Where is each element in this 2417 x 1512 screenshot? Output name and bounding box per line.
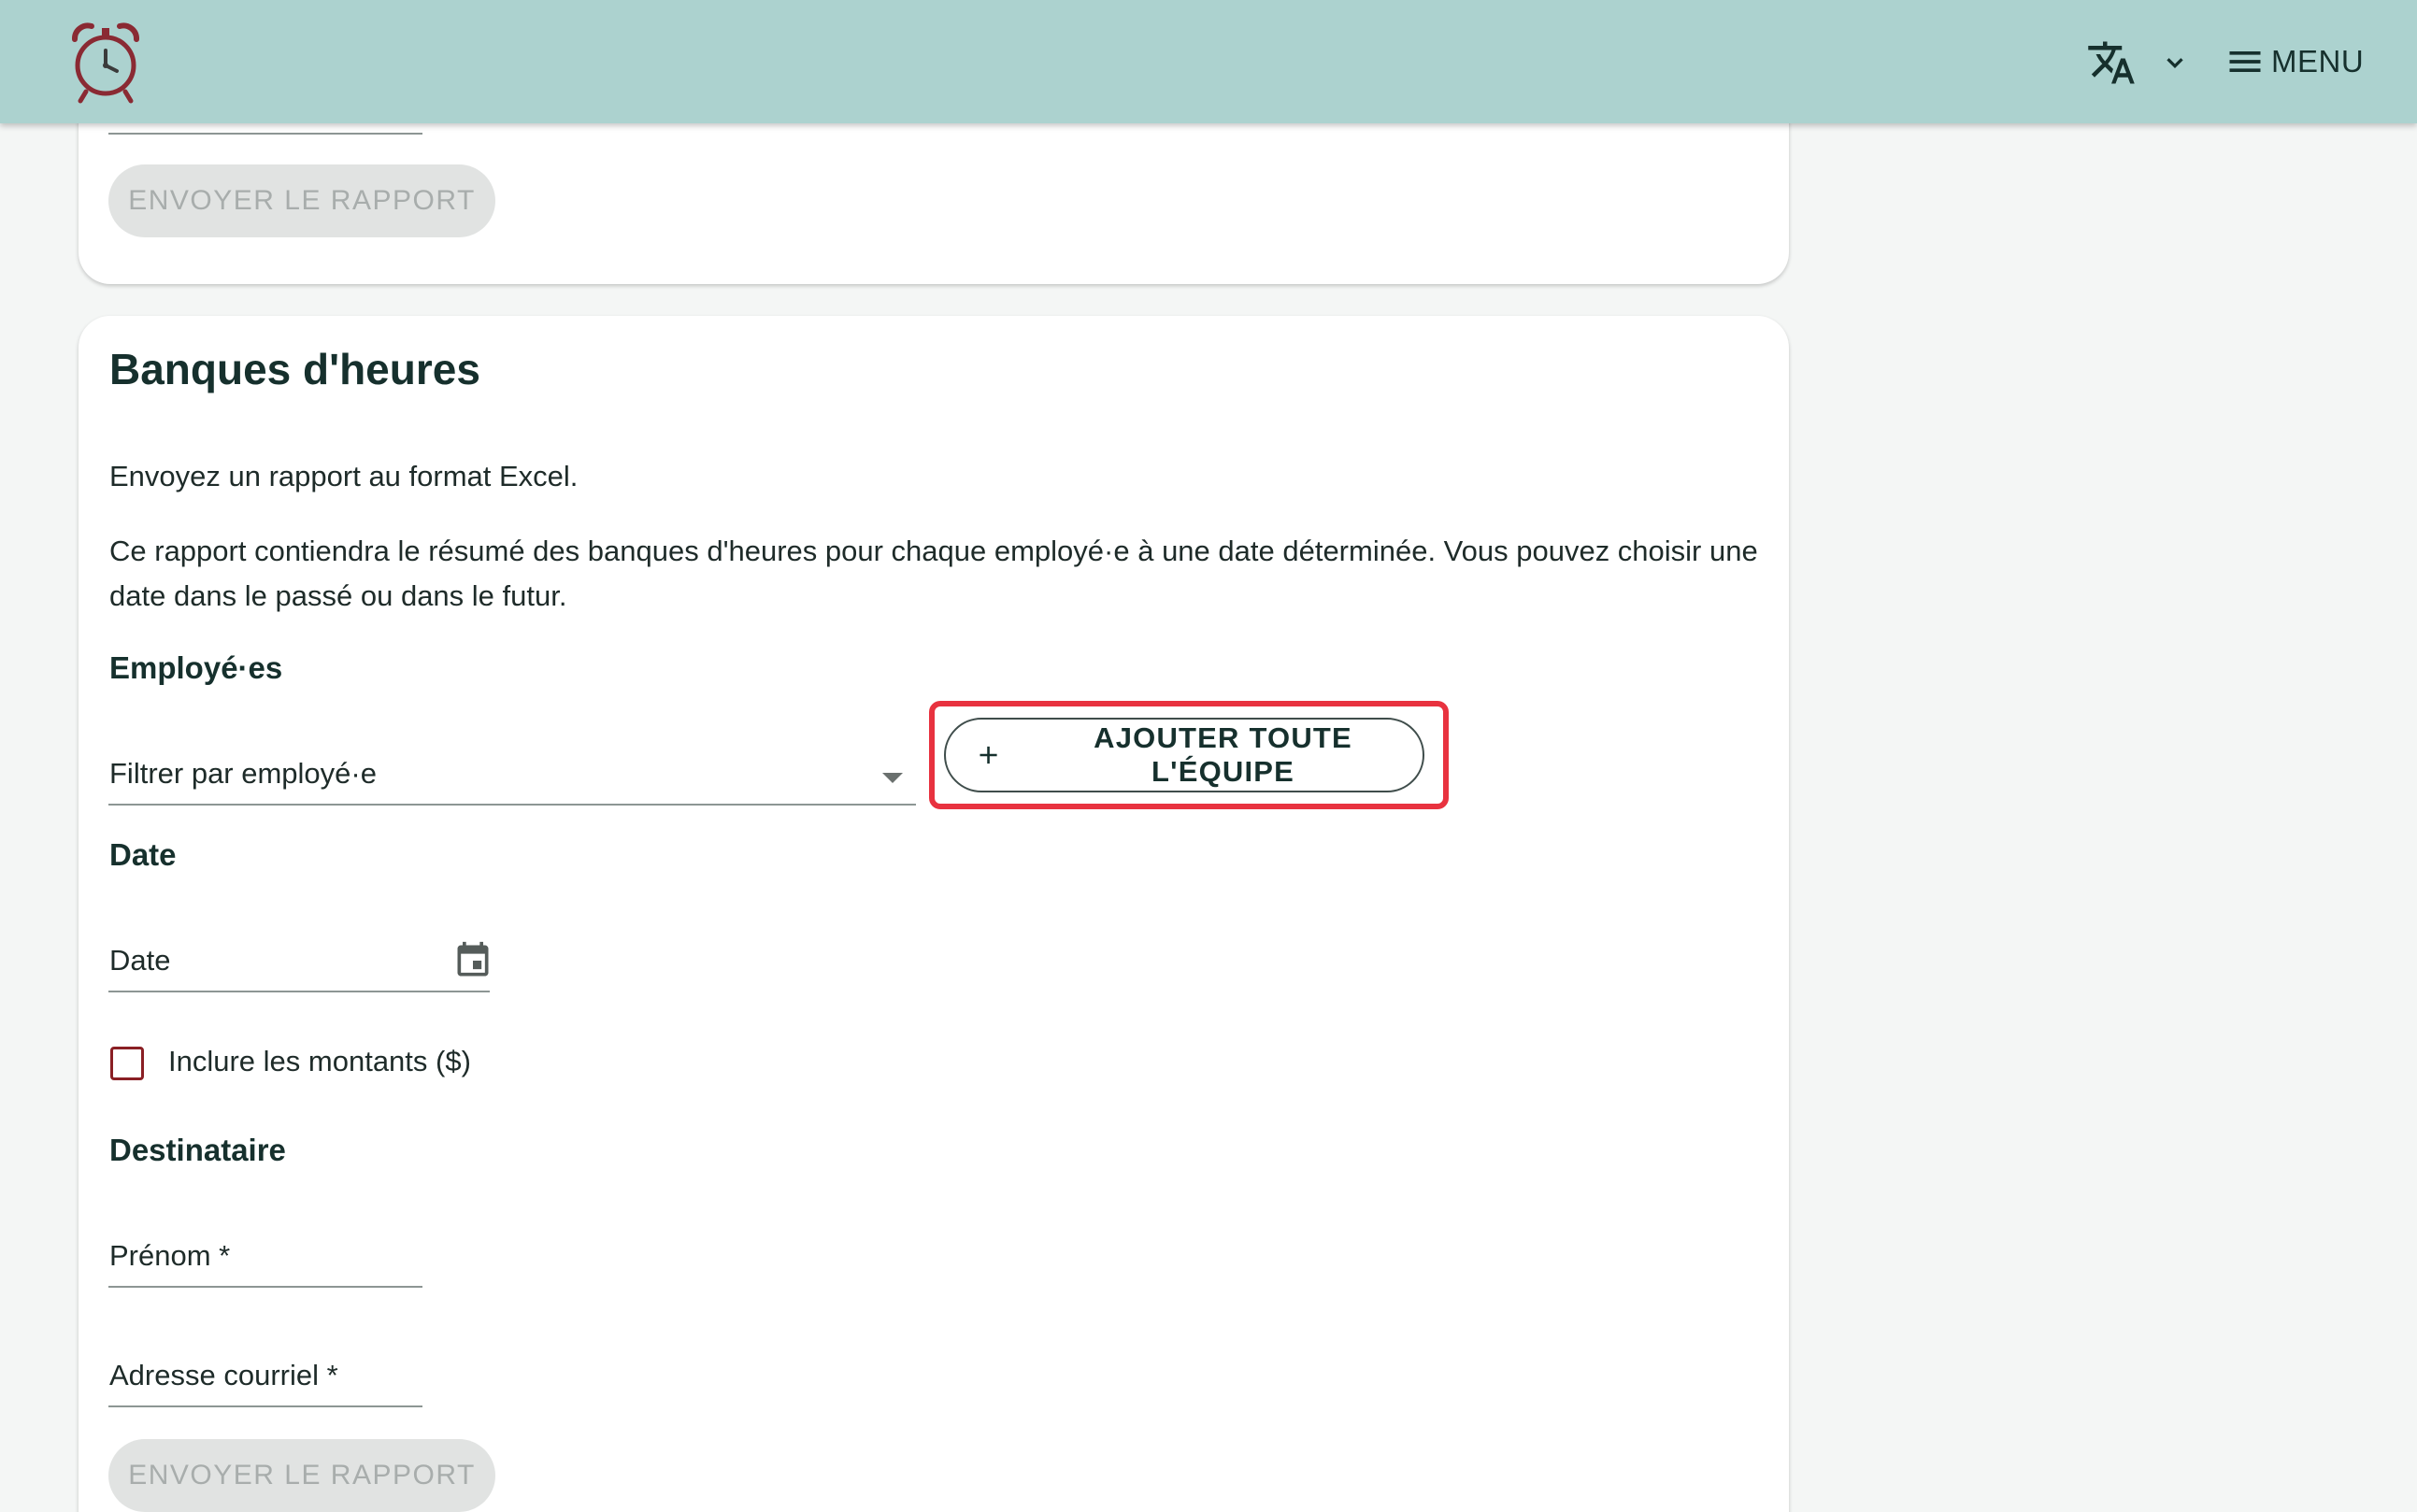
include-amounts-label: Inclure les montants ($) bbox=[168, 1045, 471, 1077]
intro-text: Envoyez un rapport au format Excel. bbox=[109, 460, 579, 492]
field-underline bbox=[108, 133, 422, 135]
send-report-button-disabled[interactable]: ENVOYER LE RAPPORT bbox=[108, 1439, 495, 1512]
plus-icon bbox=[980, 746, 997, 764]
employees-label: Employé·es bbox=[109, 650, 283, 685]
date-label: Date bbox=[109, 837, 177, 872]
hour-banks-card: Banques d'heures Envoyez un rapport au f… bbox=[79, 316, 1789, 1512]
employee-filter-select[interactable]: Filtrer par employé·e bbox=[108, 718, 916, 806]
card-title: Banques d'heures bbox=[109, 345, 480, 393]
email-placeholder: Adresse courriel * bbox=[109, 1359, 338, 1391]
recipient-label: Destinataire bbox=[109, 1133, 286, 1167]
dropdown-arrow-icon bbox=[882, 773, 903, 783]
calendar-icon[interactable] bbox=[452, 940, 493, 981]
chevron-down-icon[interactable] bbox=[2161, 49, 2189, 77]
add-whole-team-label: AJOUTER TOUTE L'ÉQUIPE bbox=[1094, 721, 1352, 788]
top-app-bar: MENU bbox=[0, 0, 2417, 123]
email-field[interactable]: Adresse courriel * bbox=[108, 1319, 422, 1407]
hamburger-menu-icon bbox=[2229, 51, 2261, 72]
description-text: Ce rapport contiendra le résumé des banq… bbox=[109, 535, 1758, 612]
add-whole-team-button[interactable]: AJOUTER TOUTE L'ÉQUIPE bbox=[944, 718, 1424, 792]
menu-label: MENU bbox=[2271, 44, 2365, 78]
date-field-placeholder: Date bbox=[109, 944, 171, 977]
menu-button[interactable]: MENU bbox=[2224, 34, 2364, 90]
alarm-clock-icon[interactable] bbox=[67, 19, 144, 105]
translate-icon[interactable] bbox=[2086, 37, 2137, 88]
first-name-placeholder: Prénom * bbox=[109, 1239, 231, 1272]
include-amounts-checkbox[interactable] bbox=[110, 1047, 144, 1080]
employee-filter-placeholder: Filtrer par employé·e bbox=[109, 757, 377, 790]
send-report-button-disabled[interactable]: ENVOYER LE RAPPORT bbox=[108, 164, 495, 237]
date-field[interactable]: Date bbox=[108, 905, 490, 992]
first-name-field[interactable]: Prénom * bbox=[108, 1200, 422, 1288]
page: MENU ENVOYER LE RAPPORT Banques d'heures… bbox=[0, 0, 2417, 1512]
